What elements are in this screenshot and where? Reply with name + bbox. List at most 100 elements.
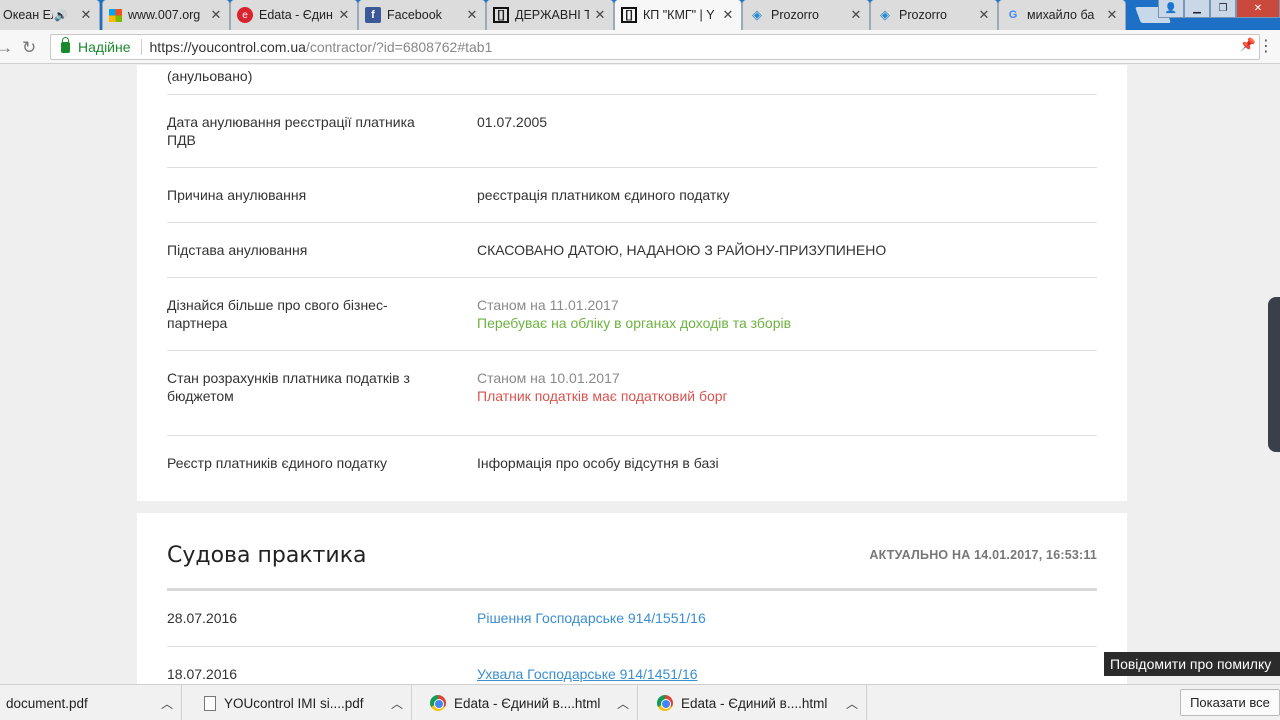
tab-prozorro-2[interactable]: ◈ Prozorro ✕ [870, 0, 998, 30]
close-icon[interactable]: ✕ [1105, 7, 1119, 23]
download-item[interactable]: YOUcontrol IMI si....pdf ︿ [194, 685, 412, 720]
pin-icon[interactable]: 📌 [1240, 37, 1256, 53]
tab-title: КП "КМГ" | Y [643, 8, 715, 22]
secure-label: Надійне [78, 39, 131, 55]
download-item[interactable]: Edata - Єдиний в....html ︿ [420, 685, 638, 720]
bracket-icon: [] [493, 7, 509, 23]
row-label: Реєстр платників єдиного податку [167, 455, 388, 471]
close-icon[interactable]: ✕ [337, 7, 351, 23]
prozorro-icon: ◈ [752, 7, 762, 22]
tab-title: www.007.org [128, 8, 201, 22]
downloads-bar: document.pdf ︿ YOUcontrol IMI si....pdf … [0, 684, 1280, 720]
court-decision-link[interactable]: Рішення Господарське 914/1551/16 [477, 609, 1097, 627]
tab-007[interactable]: www.007.org ✕ [102, 0, 230, 30]
tab-derzhavni[interactable]: [] ДЕРЖАВНІ Т ✕ [486, 0, 614, 30]
url-host: https://youcontrol.com.ua [149, 39, 306, 55]
info-row: Дата анулювання реєстрації платника ПДВ … [167, 95, 1097, 168]
tab-edata[interactable]: e Edata - Єдиний ✕ [230, 0, 358, 30]
tab-facebook[interactable]: f Facebook ✕ [358, 0, 486, 30]
chrome-icon [430, 695, 446, 711]
row-value: Інформація про особу відсутня в базі [477, 455, 719, 471]
row-label: (анульовано) [167, 68, 253, 84]
download-item[interactable]: document.pdf ︿ [0, 685, 182, 720]
section-title: Судова практика [167, 543, 367, 568]
facebook-icon: f [365, 7, 381, 23]
close-icon[interactable]: ✕ [977, 7, 991, 23]
status-date: Станом на 10.01.2017 [477, 370, 620, 386]
info-row: Підстава анулювання СКАСОВАНО ДАТОЮ, НАД… [167, 223, 1097, 278]
close-icon[interactable]: ✕ [465, 7, 479, 23]
row-label: Причина анулювання [167, 187, 307, 203]
info-row: Стан розрахунків платника податків з бюд… [167, 351, 1097, 436]
court-row: 18.07.2016 Ухвала Господарське 914/1451/… [167, 647, 1097, 685]
row-value: Станом на 11.01.2017 Перебуває на обліку… [477, 296, 1097, 332]
window-controls: 👤 ▁ ❐ ✕ [1158, 0, 1280, 18]
user-icon[interactable]: 👤 [1158, 0, 1184, 18]
tab-title: Океан Ельзи [3, 8, 53, 22]
tab-title: Facebook [387, 8, 442, 22]
status-date: Станом на 11.01.2017 [477, 297, 619, 313]
updated-timestamp: АКТУАЛЬНО НА 14.01.2017, 16:53:11 [869, 548, 1097, 562]
google-icon: G [1008, 9, 1018, 21]
side-panel-handle[interactable] [1268, 297, 1280, 452]
info-row: Причина анулювання реєстрація платником … [167, 168, 1097, 223]
row-value: 01.07.2005 [477, 114, 548, 130]
tab-title: ДЕРЖАВНІ Т [515, 8, 589, 22]
tab-strip: Океан Ельзи 🔊 ✕ www.007.org ✕ e Edata - … [0, 0, 1280, 30]
close-icon[interactable]: ✕ [721, 7, 735, 23]
download-name: Edata - Єдиний в....html [681, 695, 828, 711]
url-path: /contractor/?id=6808762#tab1 [305, 39, 493, 55]
chevron-up-icon[interactable]: ︿ [383, 695, 411, 712]
court-decision-link[interactable]: Ухвала Господарське 914/1451/16 [477, 665, 1097, 683]
edata-icon: e [237, 7, 253, 23]
window-close-icon[interactable]: ✕ [1236, 0, 1280, 18]
info-row: Дізнайся більше про свого бізнес-партнер… [167, 278, 1097, 351]
tab-title: Prozorro [771, 8, 819, 22]
windows-icon [109, 8, 122, 22]
divider [140, 39, 142, 55]
info-row: Реєстр платників єдиного податку Інформа… [167, 436, 1097, 496]
info-row: (анульовано) [167, 65, 1097, 95]
chrome-icon [657, 695, 673, 711]
maximize-icon[interactable]: ❐ [1210, 0, 1236, 18]
tab-title: михайло ба [1027, 8, 1095, 22]
row-label: Дата анулювання реєстрації платника ПДВ [167, 114, 415, 148]
reload-icon[interactable]: ↻ [22, 38, 36, 58]
page-content: (анульовано) Дата анулювання реєстрації … [0, 65, 1280, 685]
row-label: Дізнайся більше про свого бізнес-партнер… [167, 297, 388, 331]
close-icon[interactable]: ✕ [209, 7, 223, 23]
prozorro-icon: ◈ [880, 7, 890, 22]
download-name: YOUcontrol IMI si....pdf [224, 695, 364, 711]
chevron-up-icon[interactable]: ︿ [153, 695, 181, 712]
browser-toolbar: → ↻ Надійне https://youcontrol.com.ua/co… [0, 30, 1280, 64]
address-bar[interactable]: Надійне https://youcontrol.com.ua/contra… [50, 34, 1260, 60]
bracket-icon: [] [621, 7, 637, 23]
tab-title: Edata - Єдиний [259, 8, 333, 22]
forward-icon[interactable]: → [0, 38, 13, 58]
court-practice-card: Судова практика АКТУАЛЬНО НА 14.01.2017,… [137, 513, 1127, 685]
court-row: 28.07.2016 Рішення Господарське 914/1551… [167, 591, 1097, 647]
tab-google-search[interactable]: G михайло ба ✕ [998, 0, 1126, 30]
menu-icon[interactable]: ⋮ [1258, 36, 1274, 56]
tab-okean-elzy[interactable]: Океан Ельзи 🔊 ✕ [0, 0, 100, 30]
download-item[interactable]: Edata - Єдиний в....html ︿ [647, 685, 867, 720]
speaker-icon[interactable]: 🔊 [53, 7, 69, 23]
close-icon[interactable]: ✕ [79, 7, 93, 23]
tab-kmg-active[interactable]: [] КП "КМГ" | Y ✕ [614, 0, 742, 30]
close-icon[interactable]: ✕ [849, 7, 863, 23]
lock-icon [61, 36, 70, 53]
download-name: document.pdf [6, 695, 88, 711]
row-value: СКАСОВАНО ДАТОЮ, НАДАНОЮ З РАЙОНУ-ПРИЗУП… [477, 242, 887, 258]
tab-prozorro-1[interactable]: ◈ Prozorro ✕ [742, 0, 870, 30]
download-name: Edata - Єдиний в....html [454, 695, 601, 711]
status-text: Перебуває на обліку в органах доходів та… [477, 315, 792, 331]
court-date: 28.07.2016 [167, 610, 238, 626]
chevron-up-icon[interactable]: ︿ [838, 695, 866, 712]
close-icon[interactable]: ✕ [593, 7, 607, 23]
report-error-button[interactable]: Повідомити про помилку [1104, 652, 1280, 676]
minimize-icon[interactable]: ▁ [1184, 0, 1210, 18]
show-all-button[interactable]: Показати все [1180, 689, 1280, 716]
tab-title: Prozorro [899, 8, 947, 22]
row-value: реєстрація платником єдиного податку [477, 187, 730, 203]
chevron-up-icon[interactable]: ︿ [609, 695, 637, 712]
